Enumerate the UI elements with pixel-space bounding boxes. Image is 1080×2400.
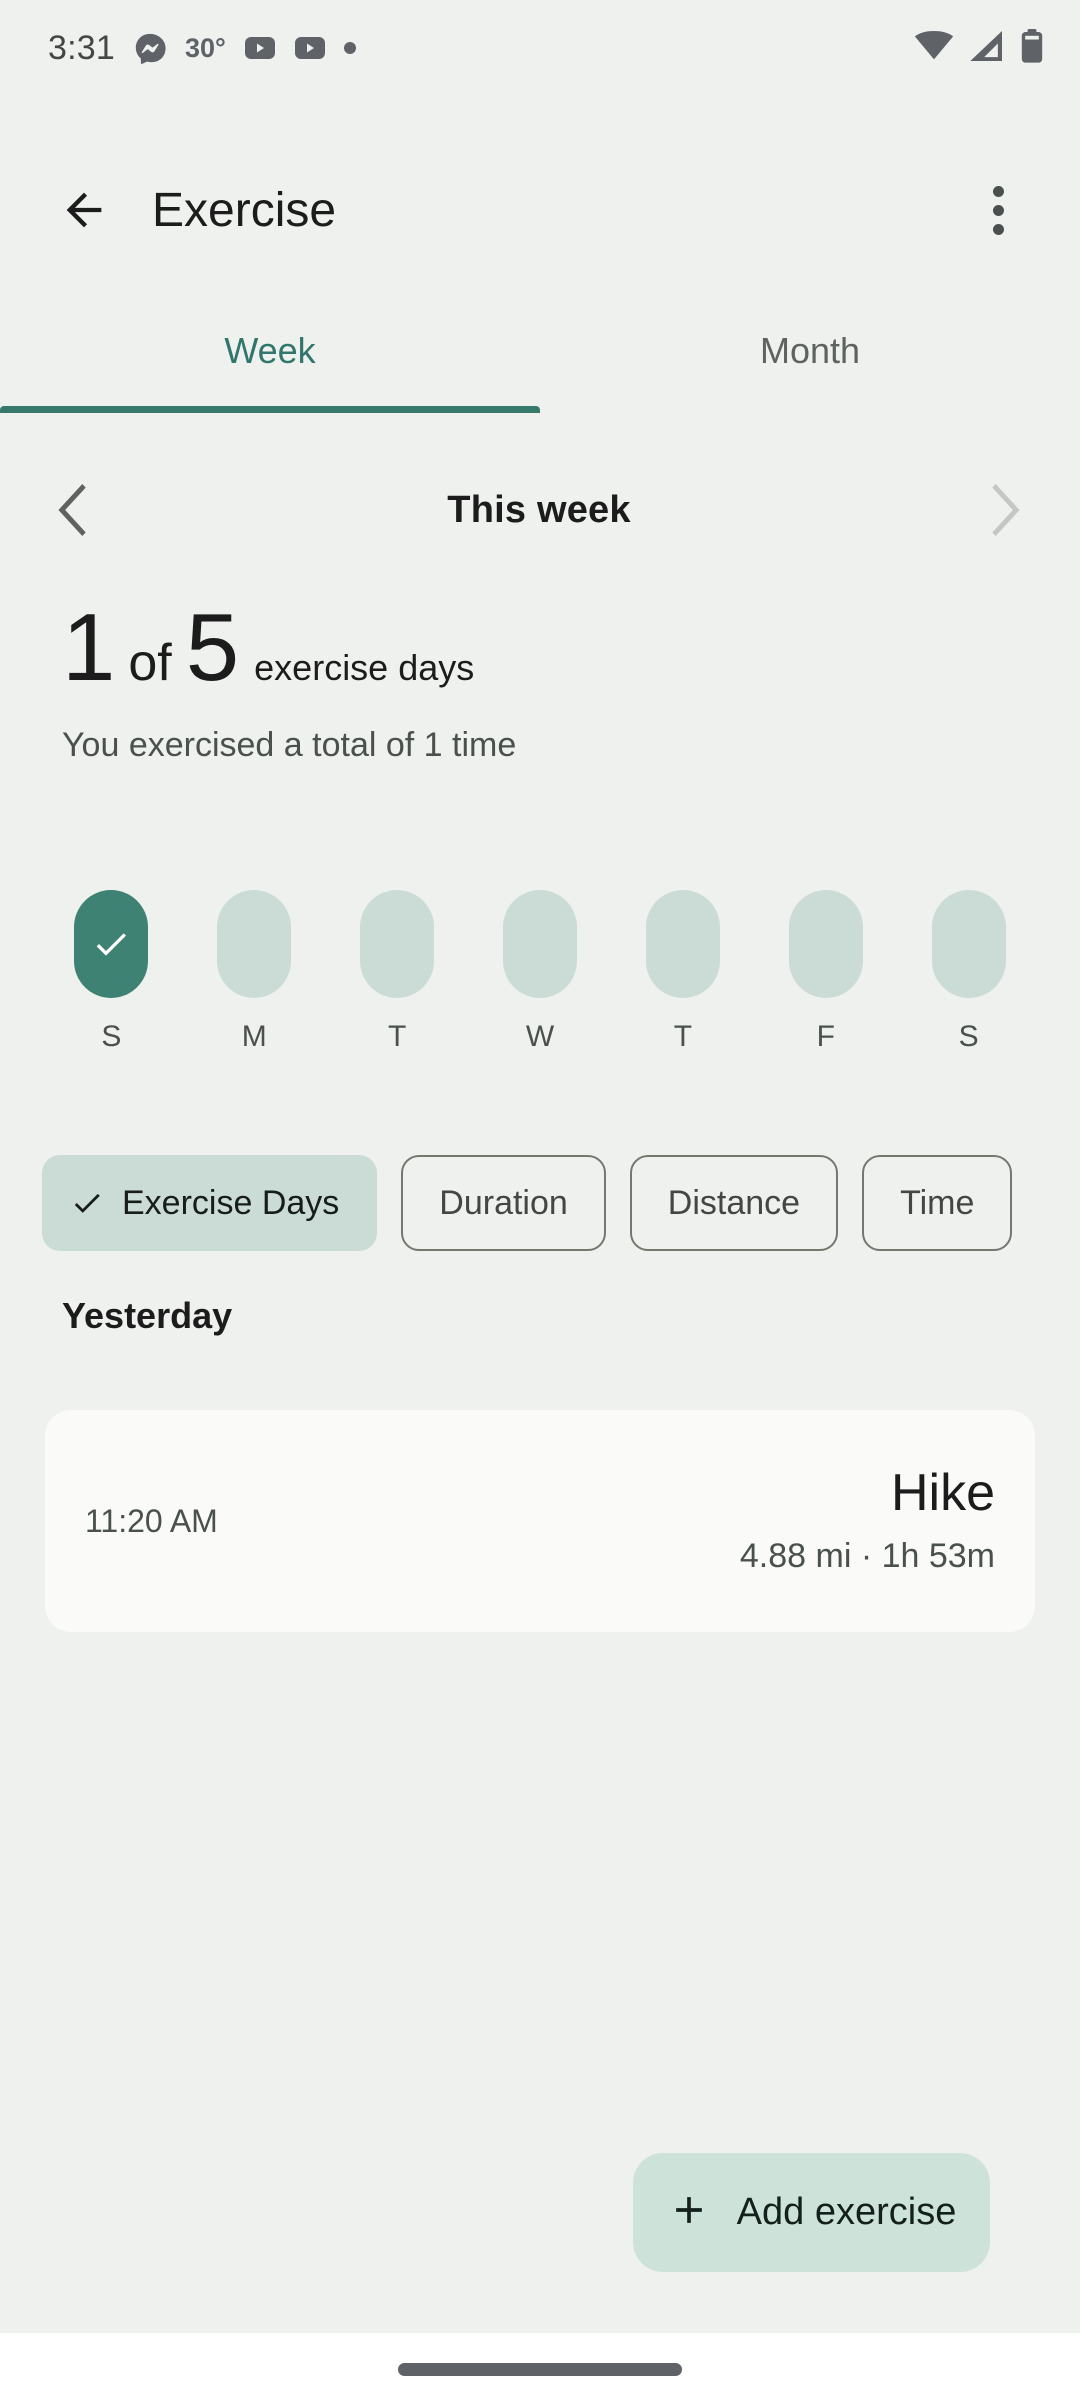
app-screen: 3:31 30° bbox=[0, 0, 1080, 2400]
chip-time[interactable]: Time bbox=[862, 1155, 1012, 1251]
check-icon bbox=[91, 924, 131, 964]
day-pill-monday[interactable] bbox=[217, 890, 291, 998]
summary-unit-label: exercise days bbox=[254, 650, 474, 686]
day-pill-thursday[interactable] bbox=[646, 890, 720, 998]
week-selector: This week bbox=[0, 460, 1080, 560]
day-column: M bbox=[183, 890, 326, 1054]
section-header-yesterday: Yesterday bbox=[62, 1295, 232, 1337]
entry-details: Hike 4.88 mi · 1h 53m bbox=[740, 1466, 995, 1576]
chevron-left-icon bbox=[57, 484, 91, 536]
messenger-icon bbox=[133, 31, 167, 65]
status-clock: 3:31 bbox=[48, 29, 115, 68]
day-column: T bbox=[326, 890, 469, 1054]
day-pill-friday[interactable] bbox=[789, 890, 863, 998]
arrow-back-icon bbox=[58, 184, 110, 236]
gesture-handle[interactable] bbox=[398, 2363, 682, 2376]
youtube-icon bbox=[294, 36, 326, 60]
wifi-icon bbox=[914, 31, 954, 66]
summary-subtitle: You exercised a total of 1 time bbox=[62, 726, 1022, 765]
chip-label: Distance bbox=[668, 1184, 800, 1223]
tab-month[interactable]: Month bbox=[540, 300, 1080, 410]
next-week-button[interactable] bbox=[956, 462, 1052, 558]
chip-exercise-days[interactable]: Exercise Days bbox=[42, 1155, 377, 1251]
chip-label: Duration bbox=[439, 1184, 568, 1223]
chip-duration[interactable]: Duration bbox=[401, 1155, 606, 1251]
tab-active-indicator bbox=[0, 406, 540, 413]
status-bar-right bbox=[914, 29, 1044, 68]
tab-bar: Week Month bbox=[0, 300, 1080, 410]
day-label: S bbox=[959, 1020, 979, 1054]
weekly-summary: 1 of 5 exercise days You exercised a tot… bbox=[62, 600, 1022, 765]
day-label: W bbox=[526, 1020, 554, 1054]
day-label: T bbox=[674, 1020, 692, 1054]
day-label: M bbox=[242, 1020, 267, 1054]
day-pill-tuesday[interactable] bbox=[360, 890, 434, 998]
more-vert-icon[interactable] bbox=[956, 168, 1040, 252]
previous-week-button[interactable] bbox=[26, 462, 122, 558]
day-label: T bbox=[388, 1020, 406, 1054]
entry-metrics: 4.88 mi · 1h 53m bbox=[740, 1537, 995, 1576]
summary-goal-value: 5 bbox=[186, 600, 238, 696]
week-day-tracker: S M T W T F S bbox=[40, 890, 1040, 1054]
day-column: F bbox=[754, 890, 897, 1054]
day-pill-saturday[interactable] bbox=[932, 890, 1006, 998]
battery-icon bbox=[1020, 29, 1044, 68]
status-bar-left: 3:31 30° bbox=[48, 29, 914, 68]
week-range-label: This week bbox=[122, 489, 956, 532]
back-button[interactable] bbox=[42, 168, 126, 252]
day-label: F bbox=[817, 1020, 835, 1054]
entry-time: 11:20 AM bbox=[85, 1503, 218, 1540]
summary-connector: of bbox=[128, 637, 171, 689]
app-bar: Exercise bbox=[0, 150, 1080, 270]
day-label: S bbox=[101, 1020, 121, 1054]
notification-dot-icon bbox=[344, 42, 356, 54]
summary-current-value: 1 bbox=[62, 600, 114, 696]
filter-chip-row: Exercise Days Duration Distance Time bbox=[42, 1155, 1080, 1251]
more-dot bbox=[993, 224, 1004, 235]
day-column: W bbox=[469, 890, 612, 1054]
gesture-navigation-bar bbox=[0, 2333, 1080, 2400]
more-dot bbox=[993, 186, 1004, 197]
entry-title: Hike bbox=[740, 1466, 995, 1521]
summary-headline: 1 of 5 exercise days bbox=[62, 600, 1022, 696]
youtube-icon bbox=[244, 36, 276, 60]
tab-week[interactable]: Week bbox=[0, 300, 540, 410]
more-dot bbox=[993, 205, 1004, 216]
chevron-right-icon bbox=[987, 484, 1021, 536]
page-title: Exercise bbox=[152, 183, 336, 238]
cell-signal-icon bbox=[968, 31, 1006, 66]
plus-icon bbox=[667, 2188, 711, 2237]
day-pill-wednesday[interactable] bbox=[503, 890, 577, 998]
day-column: S bbox=[40, 890, 183, 1054]
exercise-entry-card[interactable]: 11:20 AM Hike 4.88 mi · 1h 53m bbox=[45, 1410, 1035, 1632]
chip-label: Time bbox=[900, 1184, 974, 1223]
day-pill-sunday[interactable] bbox=[74, 890, 148, 998]
day-column: T bbox=[611, 890, 754, 1054]
weather-temperature: 30° bbox=[185, 33, 226, 64]
chip-distance[interactable]: Distance bbox=[630, 1155, 838, 1251]
fab-label: Add exercise bbox=[737, 2191, 957, 2234]
check-icon bbox=[70, 1186, 104, 1220]
status-bar: 3:31 30° bbox=[0, 0, 1080, 96]
add-exercise-fab[interactable]: Add exercise bbox=[633, 2153, 990, 2272]
chip-label: Exercise Days bbox=[122, 1184, 339, 1223]
day-column: S bbox=[897, 890, 1040, 1054]
